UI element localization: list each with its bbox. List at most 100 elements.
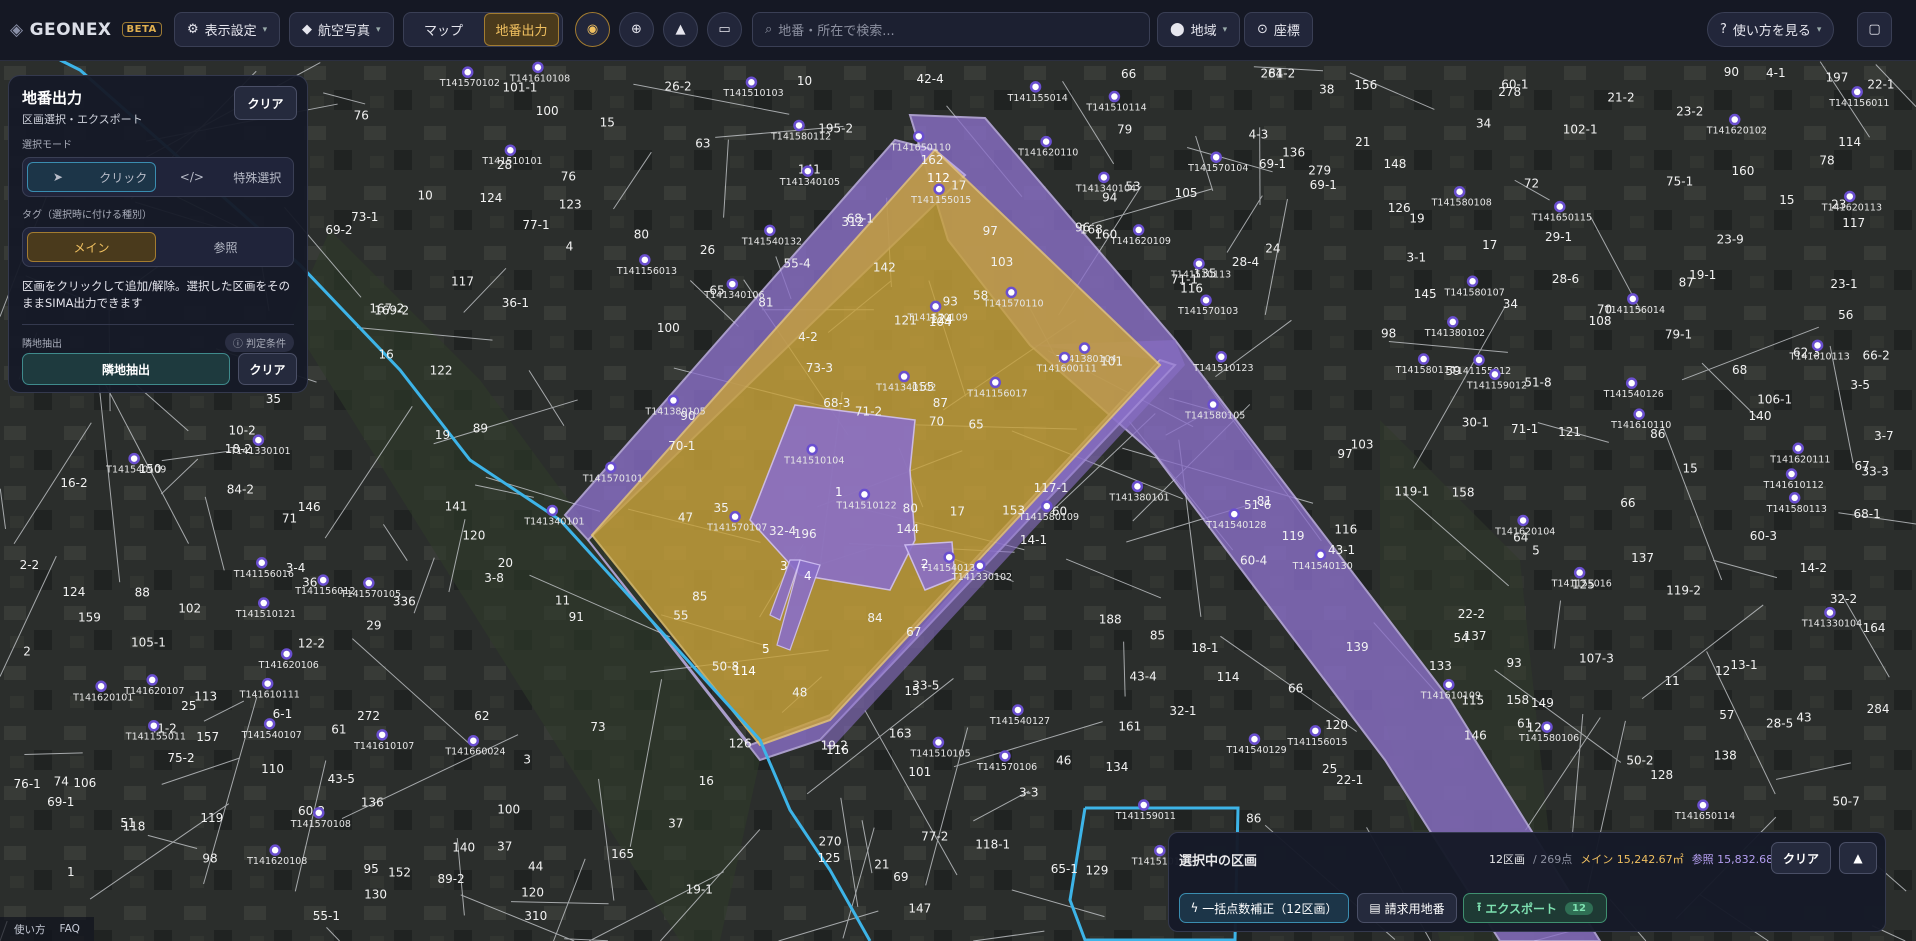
survey-point-marker[interactable] [252,434,265,446]
neighbor-clear-button[interactable]: クリア [238,353,297,385]
survey-point-marker[interactable] [1314,549,1327,561]
survey-point-marker[interactable] [605,461,617,474]
survey-point-marker[interactable] [269,844,281,856]
survey-point-marker[interactable] [974,560,986,572]
survey-point-marker[interactable] [263,718,276,730]
region-button[interactable]: ⬤ 地域 ▾ [1157,12,1241,47]
survey-point-marker[interactable] [1811,339,1824,352]
survey-point-marker[interactable] [1728,113,1741,126]
survey-point-marker[interactable] [745,76,758,88]
survey-point-marker[interactable] [280,648,293,660]
app-logo[interactable]: ◈ GEONEX BETA [10,12,162,47]
survey-point-marker[interactable] [1625,377,1638,389]
survey-point-marker[interactable] [1785,468,1798,480]
survey-point-marker[interactable] [261,677,274,690]
panel-clear-button[interactable]: クリア [234,86,297,120]
survey-point-marker[interactable] [1517,514,1529,527]
survey-point-marker[interactable] [504,144,517,156]
survey-point-marker[interactable] [1131,480,1144,493]
survey-point-marker[interactable] [1041,500,1053,512]
survey-point-marker[interactable] [1200,294,1212,306]
survey-point-marker[interactable] [1417,353,1430,365]
survey-point-marker[interactable] [317,574,329,586]
survey-point-marker[interactable] [1466,275,1479,288]
survey-point-marker[interactable] [1154,844,1166,857]
survey-point-marker[interactable] [943,551,955,563]
survey-point-marker[interactable] [532,61,544,74]
survey-point-marker[interactable] [1309,725,1322,737]
survey-point-marker[interactable] [932,736,945,749]
search-box[interactable]: ⌕ 地番・所在で検索... [752,12,1150,47]
survey-point-marker[interactable] [1029,81,1042,93]
survey-point-marker[interactable] [148,719,160,732]
terrain-icon[interactable]: ▲ [663,12,698,47]
tab-export[interactable]: 地番出力 [484,13,559,46]
howto-link[interactable]: 使い方 [14,922,46,937]
faq-link[interactable]: FAQ [60,923,80,935]
help-button[interactable]: ? 使い方を見る ▾ [1707,12,1835,47]
survey-point-marker[interactable] [146,674,158,686]
survey-point-marker[interactable] [1453,185,1466,198]
survey-point-marker[interactable] [802,165,814,177]
survey-point-marker[interactable] [667,394,680,407]
survey-point-marker[interactable] [639,254,651,266]
coords-button[interactable]: ⊙ 座標 [1244,12,1313,47]
survey-point-marker[interactable] [989,376,1002,389]
survey-point-marker[interactable] [1447,316,1459,328]
survey-point-marker[interactable] [1627,293,1639,305]
collapse-up-icon[interactable]: ▲ [1839,842,1877,874]
compass-icon[interactable]: ◉ [575,12,610,47]
survey-point-marker[interactable] [898,370,910,383]
selection-clear-button[interactable]: クリア [1771,842,1831,874]
survey-point-marker[interactable] [1851,86,1863,98]
survey-point-marker[interactable] [1228,508,1241,520]
neighbor-extract-button[interactable]: 隣地抽出 [22,353,230,385]
survey-point-marker[interactable] [1040,135,1052,148]
survey-point-marker[interactable] [933,183,945,195]
survey-point-marker[interactable] [1473,354,1485,366]
survey-point-marker[interactable] [128,452,140,465]
survey-point-marker[interactable] [95,680,107,693]
survey-point-marker[interactable] [1697,799,1709,811]
ruler-icon[interactable]: ▭ [707,12,742,47]
mode-special-option[interactable]: </> 特殊選択 [162,162,289,192]
survey-point-marker[interactable] [256,557,268,569]
survey-point-marker[interactable] [912,130,925,143]
search-input[interactable]: 地番・所在で検索... [778,20,894,39]
survey-point-marker[interactable] [1058,351,1071,364]
survey-point-marker[interactable] [929,300,942,313]
survey-point-marker[interactable] [1193,257,1205,270]
survey-point-marker[interactable] [1824,606,1836,619]
survey-point-marker[interactable] [1633,408,1645,420]
tag-main-option[interactable]: メイン [27,232,156,262]
criteria-button[interactable]: ⓘ 判定条件 [224,333,294,352]
bulk-correction-button[interactable]: ϟ 一括点数補正（12区画） [1179,893,1349,923]
survey-point-marker[interactable] [1554,200,1566,213]
feedback-icon[interactable]: ▢ [1857,12,1892,47]
survey-point-marker[interactable] [793,119,805,132]
survey-point-marker[interactable] [1108,90,1121,103]
survey-point-marker[interactable] [546,504,559,517]
survey-point-marker[interactable] [764,224,776,237]
survey-point-marker[interactable] [1207,398,1219,411]
survey-point-marker[interactable] [726,278,739,290]
survey-point-marker[interactable] [1489,368,1501,381]
survey-point-marker[interactable] [1215,351,1228,363]
survey-point-marker[interactable] [858,488,871,501]
survey-point-marker[interactable] [1210,151,1222,163]
export-button[interactable]: ⭱ エクスポート 12 [1463,893,1607,923]
locate-icon[interactable]: ⊕ [619,12,654,47]
survey-point-marker[interactable] [1541,721,1553,733]
tab-map[interactable]: マップ [407,14,480,45]
survey-point-marker[interactable] [1012,704,1024,716]
survey-point-marker[interactable] [729,510,741,523]
tag-ref-option[interactable]: 参照 [162,232,289,262]
request-parcel-button[interactable]: ▤ 請求用地番 [1357,893,1457,923]
survey-point-marker[interactable] [363,577,375,589]
aerial-photo-button[interactable]: ◆ 航空写真 ▾ [289,12,394,47]
survey-point-marker[interactable] [999,750,1011,762]
survey-point-marker[interactable] [376,729,388,741]
survey-point-marker[interactable] [806,443,818,456]
survey-point-marker[interactable] [1788,492,1801,504]
survey-point-marker[interactable] [461,66,474,78]
